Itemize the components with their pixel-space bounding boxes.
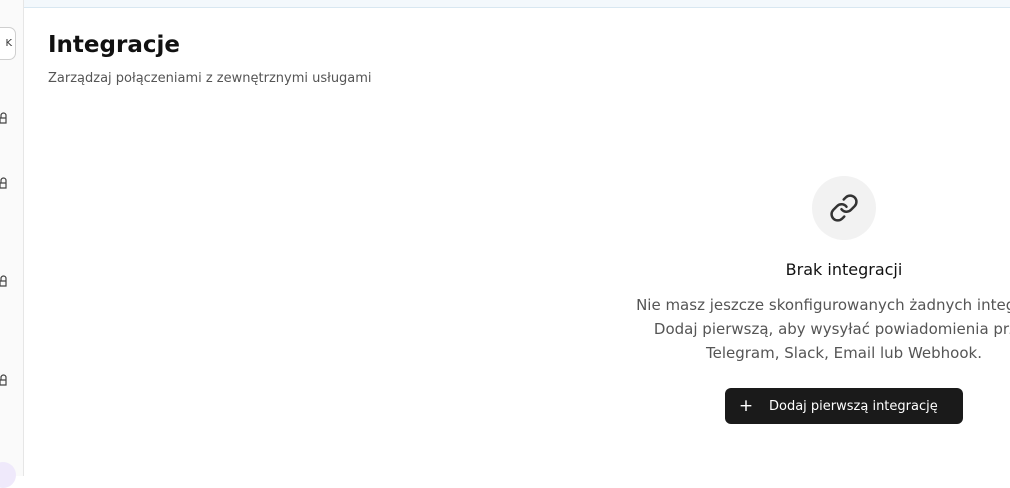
page-title: Integracje bbox=[48, 32, 180, 58]
lock-icon[interactable] bbox=[0, 177, 8, 189]
page-subtitle: Zarządzaj połączeniami z zewnętrznymi us… bbox=[48, 71, 372, 86]
lock-icon[interactable] bbox=[0, 112, 8, 124]
sidebar: K bbox=[0, 0, 24, 488]
empty-state-title: Brak integracji bbox=[785, 260, 903, 279]
plus-icon: + bbox=[738, 396, 754, 416]
lock-icon[interactable] bbox=[0, 374, 8, 386]
empty-state-description: Nie masz jeszcze skonfigurowanych żadnyc… bbox=[636, 296, 1010, 362]
link-icon bbox=[812, 176, 876, 240]
empty-state: Brak integracji Nie masz jeszcze skonfig… bbox=[600, 176, 1010, 365]
top-bar bbox=[0, 0, 1010, 8]
sidebar-collapse-button[interactable]: K bbox=[0, 27, 16, 60]
lock-icon[interactable] bbox=[0, 275, 8, 287]
add-first-integration-label: Dodaj pierwszą integrację bbox=[769, 398, 938, 414]
avatar[interactable] bbox=[0, 462, 16, 488]
add-first-integration-button[interactable]: + Dodaj pierwszą integrację bbox=[725, 388, 963, 424]
